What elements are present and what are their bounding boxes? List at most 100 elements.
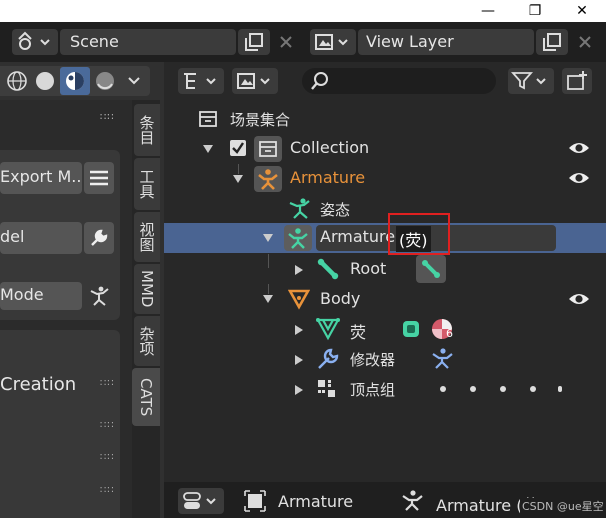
vertex-group-item-dot[interactable] <box>440 386 446 392</box>
new-collection-icon <box>567 71 587 90</box>
wireframe-shading-button[interactable] <box>4 68 30 94</box>
drag-handle[interactable]: ∷∷ <box>100 485 115 496</box>
bone-icon <box>422 260 440 278</box>
tree-row-armature[interactable]: Armature <box>164 164 606 194</box>
sidebar-panel: ∷∷ Export M.. del Mode ∷∷ Creation ∷∷ ∷∷… <box>0 100 132 518</box>
tab-item[interactable]: 条目 <box>134 104 160 156</box>
tree-row-mesh-data[interactable]: 荧 6 <box>164 314 606 344</box>
image-icon <box>237 73 270 89</box>
sidebar-tab-strip: 条目 工具 视图 MMD 杂项 CATS <box>132 100 160 518</box>
model-settings-button[interactable] <box>84 222 114 254</box>
tree-row-scene-collection[interactable]: 场景集合 <box>164 104 606 134</box>
scene-type-dropdown[interactable] <box>12 29 58 55</box>
eye-icon[interactable] <box>568 170 590 186</box>
collapse-arrow-icon[interactable] <box>294 354 304 366</box>
tab-cats[interactable]: CATS <box>132 368 160 426</box>
minimize-icon: — <box>481 3 495 19</box>
armature-data-icon <box>288 228 308 249</box>
drag-handle[interactable]: ∷∷ <box>100 452 115 463</box>
tree-row-modifiers[interactable]: 修改器 <box>164 344 606 374</box>
tab-tool[interactable]: 工具 <box>134 158 160 210</box>
drag-handle[interactable]: ∷∷ <box>100 420 115 431</box>
rendered-sphere-icon <box>96 72 114 90</box>
close-icon: ✕ <box>576 3 588 19</box>
tree-row-armature-data-selected[interactable]: Armature (荧) <box>164 213 606 255</box>
tree-row-collection[interactable]: Collection <box>164 134 606 164</box>
filter-scene-dropdown[interactable] <box>232 68 278 94</box>
pose-label: 姿态 <box>320 201 351 219</box>
export-model-label: Export M.. <box>0 167 82 186</box>
delete-scene-button[interactable] <box>272 29 300 55</box>
pose-mode-button[interactable] <box>84 282 114 310</box>
wrench-icon <box>318 348 339 369</box>
expand-arrow-icon[interactable] <box>262 294 274 304</box>
properties-mode-dropdown[interactable] <box>178 488 224 514</box>
solid-shading-button[interactable] <box>32 68 58 94</box>
bone-child-icon-box[interactable] <box>416 255 446 283</box>
new-view-layer-button[interactable] <box>536 29 568 55</box>
collection-checkbox[interactable] <box>230 140 246 156</box>
drag-handle[interactable]: ∷∷ <box>100 112 115 123</box>
shading-options-dropdown[interactable] <box>120 68 148 94</box>
copy-icon <box>543 33 561 51</box>
expand-arrow-icon[interactable] <box>262 233 274 243</box>
model-button[interactable]: del <box>0 222 82 254</box>
scene-name-field[interactable]: Scene <box>60 29 236 55</box>
view-layer-name-field[interactable]: View Layer <box>358 29 534 55</box>
outliner-search-input[interactable] <box>302 68 496 94</box>
delete-view-layer-button[interactable] <box>570 29 600 55</box>
close-window-button[interactable]: ✕ <box>560 0 604 22</box>
vertex-group-item-dot[interactable] <box>558 386 562 392</box>
mesh-data-icon <box>316 318 340 341</box>
tree-row-pose[interactable]: 姿态 <box>164 194 606 224</box>
scene-collection-icon <box>199 111 217 127</box>
view-layer-name: View Layer <box>366 32 454 51</box>
eye-icon[interactable] <box>568 291 590 307</box>
tab-misc[interactable]: 杂项 <box>134 316 160 366</box>
expand-arrow-icon[interactable] <box>202 144 214 154</box>
view-layer-type-dropdown[interactable] <box>310 29 356 55</box>
minimize-button[interactable]: — <box>466 0 510 22</box>
filter-dropdown[interactable] <box>508 68 554 94</box>
tab-mmd[interactable]: MMD <box>134 264 160 314</box>
collapse-arrow-icon[interactable] <box>294 264 304 276</box>
filter-icon <box>511 72 546 90</box>
eye-icon[interactable] <box>568 140 590 156</box>
collapse-arrow-icon[interactable] <box>294 324 304 336</box>
mesh-data-label: 荧 <box>350 323 367 342</box>
vertex-groups-icon <box>318 380 335 397</box>
mode-button[interactable]: Mode <box>0 282 82 310</box>
tree-row-body[interactable]: Body <box>164 284 606 314</box>
vertex-group-item-dot[interactable] <box>500 386 506 392</box>
material-preview-shading-button[interactable] <box>60 67 90 95</box>
chevron-down-icon <box>128 77 140 85</box>
hamburger-icon <box>90 170 108 186</box>
vertex-group-item-dot[interactable] <box>470 386 476 392</box>
outliner-icon <box>184 73 216 89</box>
new-scene-button[interactable] <box>238 29 270 55</box>
armature-modifier-icon <box>432 348 453 369</box>
export-model-button[interactable]: Export M.. <box>0 162 82 194</box>
collection-icon-box <box>254 136 282 162</box>
tree-row-root-bone[interactable]: Root <box>164 254 606 284</box>
drag-handle[interactable]: ∷∷ <box>100 378 115 389</box>
window-title-bar: — ❐ ✕ <box>0 0 606 22</box>
collapse-arrow-icon[interactable] <box>294 384 304 396</box>
toggle-icon <box>183 492 216 509</box>
display-mode-dropdown[interactable] <box>178 68 224 94</box>
restore-button[interactable]: ❐ <box>513 0 557 22</box>
armature-label: Armature <box>290 168 366 187</box>
new-collection-button[interactable] <box>562 68 592 94</box>
shading-mode-group <box>0 66 150 96</box>
vertex-group-item-dot[interactable] <box>530 386 536 392</box>
rendered-shading-button[interactable] <box>92 68 118 94</box>
annotation-highlight-box <box>388 213 450 255</box>
expand-arrow-icon[interactable] <box>232 174 244 184</box>
tree-row-vertex-groups[interactable]: 顶点组 <box>164 374 606 404</box>
export-menu-button[interactable] <box>84 162 114 194</box>
render-layer-icon <box>315 34 348 50</box>
tab-view[interactable]: 视图 <box>134 212 160 262</box>
close-icon <box>579 36 591 48</box>
active-object-label: Armature <box>278 492 354 511</box>
object-icon <box>244 490 266 512</box>
